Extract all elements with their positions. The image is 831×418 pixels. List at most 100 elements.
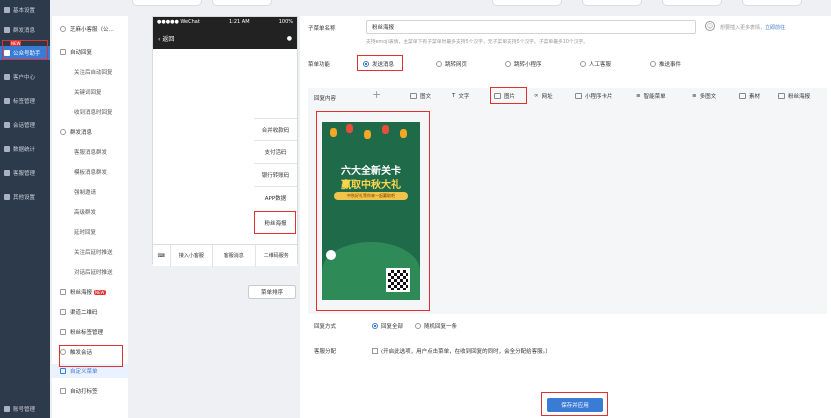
name-hint: 支持emoji表情，主菜单下有子菜单时最多支持5个汉字，无子菜单支持5个汉字。子… xyxy=(366,40,589,45)
nav-other-settings[interactable]: 其他设置 xyxy=(0,190,50,204)
gear-icon xyxy=(4,194,10,200)
nav2-qrcode[interactable]: 渠道二维码 xyxy=(52,305,128,319)
top-tab[interactable] xyxy=(662,0,722,6)
poster-image[interactable]: 六大全新关卡 赢取中秋大礼 中秋好礼等你来一起赢取吧 xyxy=(322,122,420,300)
top-tab[interactable] xyxy=(582,0,642,6)
account-avatar-icon xyxy=(60,26,66,32)
nav-sessions[interactable]: 会话管理 xyxy=(0,118,50,132)
nav2-cs-mass[interactable]: 客服消息群发 xyxy=(52,145,128,159)
send-icon xyxy=(4,27,10,33)
keyboard-icon[interactable]: ⌨ xyxy=(153,245,170,267)
type-news[interactable]: 图文 xyxy=(410,92,431,100)
phone-status-bar: ●●●●● WeChat 1:21 AM 100% xyxy=(153,17,297,27)
func-open-url[interactable]: 跳转网页 xyxy=(436,60,467,68)
phone-submenu-item[interactable]: APP数据 xyxy=(254,186,297,208)
nav2-follow-delay[interactable]: 关注后延时推送 xyxy=(52,245,128,259)
phone-submenu-item[interactable]: 支付活码 xyxy=(254,140,297,162)
type-text[interactable]: T 文字 xyxy=(452,92,469,100)
func-human-cs[interactable]: 人工客服 xyxy=(580,60,611,68)
type-fan-poster[interactable]: 粉丝海报 xyxy=(778,92,810,100)
phone-submenu-item[interactable]: 合并收款码 xyxy=(254,118,297,140)
avatar xyxy=(326,250,336,260)
nav-customers[interactable]: 客户中心 xyxy=(0,70,50,84)
emoji-icon[interactable]: ☺ xyxy=(705,21,715,31)
nav2-auto-tag[interactable]: 自动打标签 xyxy=(52,384,128,398)
top-tab[interactable] xyxy=(132,0,202,6)
nav2-advanced-mass[interactable]: 高级群发 xyxy=(52,205,128,219)
bar-chart-icon xyxy=(4,146,10,152)
nav-cs-management[interactable]: 客服管理 xyxy=(0,166,50,180)
submenu-name-input[interactable]: 粉丝海报 xyxy=(366,20,696,34)
person-icon[interactable]: ● xyxy=(287,35,292,42)
headset-icon xyxy=(4,170,10,176)
type-url[interactable]: ∞ 网址 xyxy=(534,92,553,100)
nav-account[interactable]: 账号管理 xyxy=(0,402,50,416)
nav2-fan-poster[interactable]: 粉丝海报 NEW xyxy=(52,285,128,299)
back-button[interactable]: ‹ 返回 xyxy=(158,34,174,43)
phone-submenu-item[interactable]: 银行转账码 xyxy=(254,163,297,185)
type-material[interactable]: 素材 xyxy=(739,92,760,100)
menu-sort-button[interactable]: 菜单排序 xyxy=(248,285,296,299)
nav-mass-message[interactable]: 群发消息 xyxy=(0,23,50,37)
phone-main-menu[interactable]: 客服消息 xyxy=(212,244,254,267)
emoji-hint: 想要插入更多表情，立即前往 xyxy=(720,25,786,31)
top-tab[interactable] xyxy=(212,0,272,6)
account-selector[interactable]: 芝麻小客服（公... xyxy=(52,22,128,36)
nav2-follow-reply[interactable]: 关注后自动回复 xyxy=(52,65,128,79)
top-tab[interactable] xyxy=(742,0,802,6)
text-icon: T xyxy=(452,93,456,99)
assign-checkbox[interactable]: (开启此选项，用户点击菜单，在收到回复的同时，会全分配给客服。） xyxy=(372,347,551,355)
group-icon xyxy=(60,129,66,135)
emoji-link[interactable]: 立即前往 xyxy=(765,25,785,31)
nav2-template-mass[interactable]: 模板消息群发 xyxy=(52,165,128,179)
lantern-icon xyxy=(346,124,353,133)
list-icon xyxy=(60,329,66,335)
reply-all[interactable]: 回复全部 xyxy=(372,322,403,330)
nav-stats[interactable]: 数据统计 xyxy=(0,142,50,156)
card-icon xyxy=(575,93,582,99)
save-apply-button[interactable]: 保存并应用 xyxy=(547,398,603,412)
person-icon xyxy=(4,406,10,412)
poster-line2: 赢取中秋大礼 xyxy=(341,180,401,191)
nav2-mass[interactable]: 群发消息 xyxy=(52,125,128,139)
lantern-icon xyxy=(330,128,337,137)
type-multi-news[interactable]: ≡ 多图文 xyxy=(692,92,716,100)
type-image[interactable]: 图片 xyxy=(494,92,515,100)
nav2-fan-tags[interactable]: 粉丝标签管理 xyxy=(52,325,128,339)
radio-checked-icon xyxy=(372,323,378,329)
func-push-event[interactable]: 推送事件 xyxy=(650,60,681,68)
type-smart-menu[interactable]: ≡ 智能菜单 xyxy=(636,92,666,100)
nav-tags[interactable]: 标签管理 xyxy=(0,94,50,108)
add-icon[interactable]: + xyxy=(372,89,381,101)
nav2-chat-delay[interactable]: 对话后延时推送 xyxy=(52,265,128,279)
phone-main-menu[interactable]: 接入小客服 xyxy=(169,244,212,267)
reply-random[interactable]: 随机回复一条 xyxy=(415,322,457,330)
radio-icon xyxy=(580,61,586,67)
news-icon xyxy=(410,93,417,99)
users-icon xyxy=(4,74,10,80)
image-icon xyxy=(60,289,66,295)
poster-line1: 六大全新关卡 xyxy=(341,166,401,177)
phone-title-bar: ‹ 返回 ● xyxy=(153,27,297,49)
phone-main-menu[interactable]: 二维码服务 xyxy=(254,244,297,267)
grid-icon xyxy=(4,7,10,13)
tag-icon xyxy=(60,388,66,394)
nav2-keyword-reply[interactable]: 关键词回复 xyxy=(52,85,128,99)
top-tab[interactable] xyxy=(492,0,562,6)
nav2-trigger-session[interactable]: 触发会话 xyxy=(52,345,128,359)
func-send-message[interactable]: 发送消息 xyxy=(363,60,394,68)
nav2-delay-reply[interactable]: 延时回复 xyxy=(52,225,128,239)
type-mini-card[interactable]: 小程序卡片 xyxy=(575,92,613,100)
nav2-message-reply[interactable]: 收到消息时回复 xyxy=(52,105,128,119)
nav-assistant[interactable]: 公众号助手 xyxy=(0,46,50,60)
func-mini-program[interactable]: 跳转小程序 xyxy=(505,60,542,68)
func-label: 菜单功能 xyxy=(308,62,331,68)
nav2-force-invite[interactable]: 强制邀请 xyxy=(52,185,128,199)
folder-icon xyxy=(739,93,746,99)
nav2-custom-menu[interactable]: 自定义菜单 xyxy=(52,364,128,378)
reply-label: 回复方式 xyxy=(314,324,337,330)
nav-basic-settings[interactable]: 基本设置 xyxy=(0,3,50,17)
nav2-auto-reply[interactable]: 自动回复 xyxy=(52,45,128,59)
poster-sub: 中秋好礼等你来一起赢取吧 xyxy=(334,192,408,200)
phone-submenu-item[interactable]: 粉丝海报 xyxy=(254,211,297,233)
